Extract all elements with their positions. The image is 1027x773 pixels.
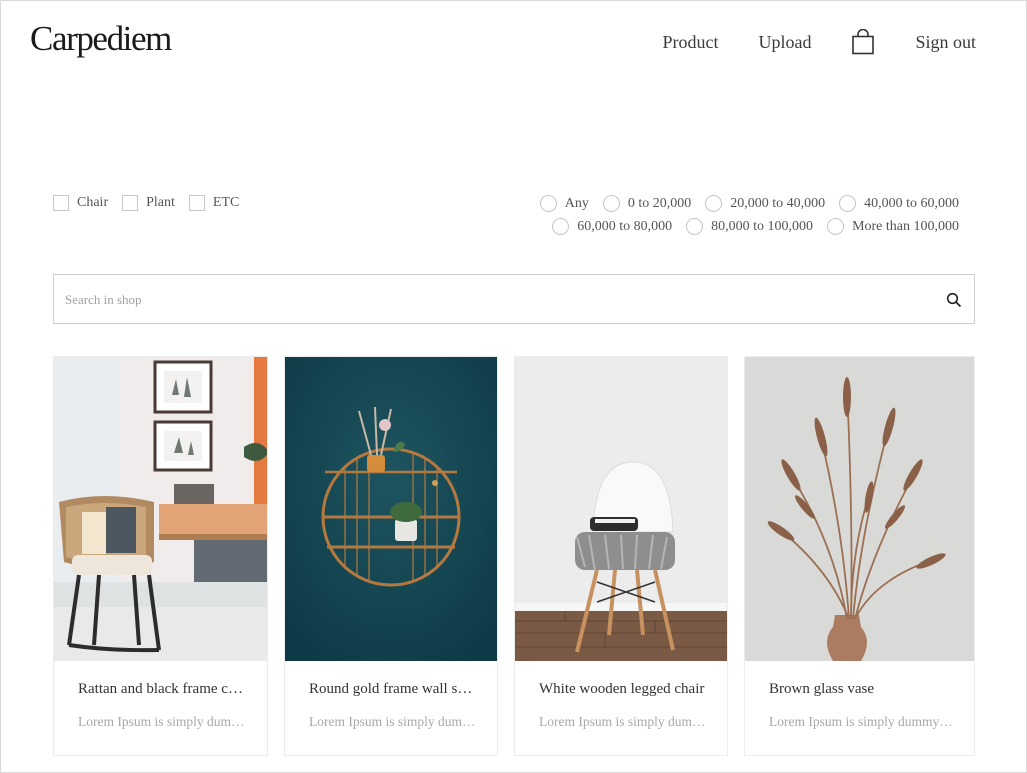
category-plant[interactable]: Plant [122, 195, 175, 211]
checkbox[interactable] [188, 195, 205, 211]
category-filters: Chair Plant ETC [53, 195, 253, 211]
price-40000-60000[interactable]: 40,000 to 60,000 [839, 195, 959, 212]
checkbox[interactable] [53, 195, 69, 211]
price-0-20000[interactable]: 0 to 20,000 [602, 195, 692, 212]
price-60000-80000[interactable]: 60,000 to 80,000 [552, 218, 672, 235]
price-any[interactable]: Any [539, 195, 589, 212]
search-input[interactable] [65, 289, 925, 311]
nav-sign-out[interactable]: Sign out [915, 32, 976, 53]
category-etc[interactable]: ETC [188, 195, 240, 211]
search-icon[interactable] [946, 292, 962, 308]
price-label: 20,000 to 40,000 [730, 195, 826, 211]
product-image-glass-vase[interactable] [745, 357, 974, 661]
product-description: Lorem Ipsum is simply dummy text [769, 714, 956, 729]
price-label: More than 100,000 [852, 218, 959, 234]
checkbox[interactable] [122, 195, 139, 211]
price-20000-40000[interactable]: 20,000 to 40,000 [705, 195, 825, 212]
category-label: Chair [77, 195, 109, 210]
product-title[interactable]: Round gold frame wall shelf [309, 681, 479, 698]
search-bar [53, 274, 975, 324]
price-80000-100000[interactable]: 80,000 to 100,000 [686, 218, 813, 235]
product-card[interactable]: White wooden legged chair Lorem Ipsum is… [514, 356, 728, 756]
product-card[interactable]: Round gold frame wall shelf Lorem Ipsum … [284, 356, 498, 756]
nav-product[interactable]: Product [662, 32, 718, 53]
product-description: Lorem Ipsum is simply dummy text [78, 714, 249, 729]
product-title[interactable]: Rattan and black frame chair [78, 681, 249, 698]
product-card[interactable]: Rattan and black frame chair Lorem Ipsum… [53, 356, 268, 756]
price-row: 60,000 to 80,000 80,000 to 100,000 More … [519, 218, 959, 235]
product-image-rattan-chair[interactable] [54, 357, 267, 661]
radio-button[interactable] [839, 195, 857, 212]
product-card[interactable]: Brown glass vase Lorem Ipsum is simply d… [744, 356, 975, 756]
nav-upload[interactable]: Upload [758, 32, 811, 53]
product-description: Lorem Ipsum is simply dummy text [539, 714, 709, 729]
product-title[interactable]: Brown glass vase [769, 681, 956, 698]
product-image-white-chair[interactable] [515, 357, 727, 661]
price-label: 60,000 to 80,000 [577, 218, 673, 234]
price-label: Any [564, 195, 589, 211]
category-label: Plant [146, 195, 175, 210]
price-label: 40,000 to 60,000 [864, 195, 959, 211]
main-nav: Product Upload Sign out [622, 28, 976, 55]
logo[interactable]: Carpediem [30, 19, 172, 59]
shopping-bag-icon[interactable] [851, 28, 875, 55]
category-chair[interactable]: Chair [53, 195, 108, 211]
price-filters: Any 0 to 20,000 20,000 to 40,000 40,000 … [519, 195, 959, 241]
radio-button[interactable] [552, 218, 570, 235]
price-row: Any 0 to 20,000 20,000 to 40,000 40,000 … [519, 195, 959, 212]
product-image-wall-shelf[interactable] [285, 357, 497, 661]
price-label: 0 to 20,000 [627, 195, 692, 211]
radio-button[interactable] [602, 195, 620, 212]
page: Carpediem Product Upload Sign out Chair … [0, 0, 1027, 773]
price-more-100000[interactable]: More than 100,000 [827, 218, 959, 235]
product-description: Lorem Ipsum is simply dummy text [309, 714, 479, 729]
price-label: 80,000 to 100,000 [711, 218, 814, 234]
radio-button[interactable] [539, 195, 557, 212]
product-title[interactable]: White wooden legged chair [539, 681, 709, 698]
radio-button[interactable] [705, 195, 723, 212]
radio-button[interactable] [686, 218, 704, 235]
radio-button[interactable] [827, 218, 845, 235]
category-label: ETC [212, 195, 240, 210]
